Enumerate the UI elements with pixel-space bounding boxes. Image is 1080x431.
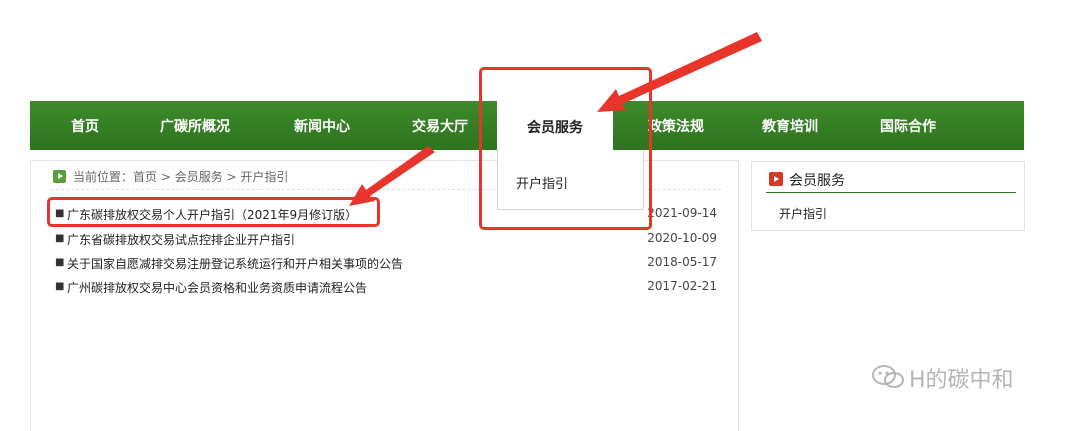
arrow-to-first-news-icon <box>349 146 435 206</box>
watermark-text: H的碳中和 <box>909 368 1014 393</box>
arrow-to-member-services-icon <box>597 32 762 112</box>
watermark: H的碳中和 <box>871 362 1014 394</box>
